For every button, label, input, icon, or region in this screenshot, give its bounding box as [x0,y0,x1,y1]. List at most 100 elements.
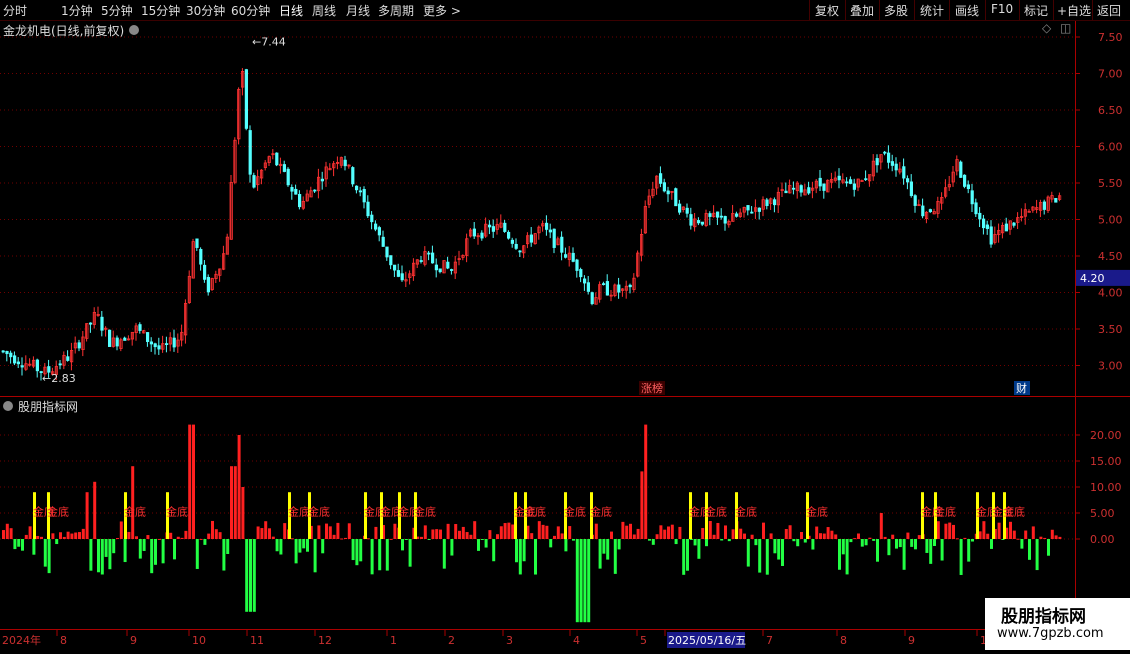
candle-body [773,199,777,206]
candle-body [145,332,150,342]
candle-body [902,166,906,179]
candle-body [153,343,157,348]
fuquan-button[interactable]: 复权 [815,2,839,19]
candle-body [966,184,971,190]
indicator-bar [959,539,963,575]
indicator-bar [450,539,454,556]
date-tick-label: 2 [448,634,455,647]
add-watchlist-button[interactable]: +自选 [1057,2,1091,19]
overlay-button[interactable]: 叠加 [850,2,874,19]
indicator-bar [613,539,617,574]
indicator-bar [583,539,587,623]
indicator-bar [233,466,237,539]
low-price-label: ←2.83 [42,372,76,385]
indicator-bar [176,536,180,539]
multi-stock-button[interactable]: 多股 [884,2,908,19]
cai-marker: 财 [1016,381,1027,395]
period-monthly[interactable]: 月线 [346,2,370,19]
indicator-pane[interactable]: 股朋指标网 金底 金底 金底 金底 金底 金底 金底 金底 金底 金底 金底 金底 金底 金底 金底 金底 金底… [0,397,1075,629]
indicator-bar [845,539,849,575]
kline-chart: ←7.44 ←2.83 涨榜 财 [0,35,1075,395]
mark-button[interactable]: 标记 [1024,2,1048,19]
indicator-bar [686,539,689,571]
indicator-bar [644,424,648,539]
indicator-bar [17,539,21,547]
indicator-bar [1009,521,1012,539]
period-15min[interactable]: 15分钟 [141,2,180,19]
kline-pane[interactable]: 金龙机电(日线,前复权) ◇ ◫ ←7.44 ←2.83 涨榜财 [0,21,1075,396]
candle-body [583,278,587,284]
indicator-bar [62,536,66,539]
period-fenshi[interactable]: 分时 [3,2,27,19]
candle-body [313,189,317,192]
candle-body [875,158,879,166]
indicator-bar [507,522,511,539]
candle-body [1012,222,1016,226]
statistics-button[interactable]: 统计 [920,2,944,19]
indicator-bar [841,539,845,555]
indicator-bar [36,535,40,539]
period-more[interactable]: 更多 > [423,2,461,19]
indicator-bar [682,539,686,575]
period-30min[interactable]: 30分钟 [186,2,225,19]
indicator-bar [800,531,803,539]
candle-body [275,152,279,166]
toolbar-separator [845,0,846,20]
indicator-bar [366,538,370,540]
f10-button[interactable]: F10 [991,2,1013,16]
indicator-bar [313,539,317,573]
date-tick-label: 2024年 [2,633,41,647]
candle-body [164,343,169,346]
draw-line-button[interactable]: 画线 [955,2,979,19]
candle-body [552,228,556,248]
indicator-bar [260,528,264,539]
candle-body [982,218,986,229]
candle-body [389,255,393,266]
candle-body [757,207,762,212]
toolbar-separator [1019,0,1020,20]
candle-body [149,341,153,345]
period-5min[interactable]: 5分钟 [101,2,133,19]
indicator-bar [834,534,838,539]
indicator-bar [93,481,97,539]
indicator-bar [648,539,651,541]
candle-body [446,261,450,269]
indicator-bar [211,520,214,539]
price-tick-label: 4.00 [1098,287,1123,300]
indicator-bar [731,529,735,539]
period-daily[interactable]: 日线 [279,2,303,19]
jindi-signal-label: 金底 [166,505,188,519]
price-tick-label: 3.50 [1098,323,1123,336]
indicator-bar [70,533,74,539]
ind-tick-label: 20.00 [1090,429,1122,442]
candle-body [373,223,378,230]
candle-body [716,211,720,218]
indicator-bar [131,466,135,539]
candle-body [434,264,439,271]
candle-body [438,268,442,273]
indicator-bar [465,532,469,539]
high-price-label: ←7.44 [252,35,286,48]
indicator-bar [161,539,165,564]
period-60min[interactable]: 60分钟 [231,2,270,19]
indicator-bar [283,523,287,539]
indicator-bar [860,539,864,547]
back-button[interactable]: 返回 [1097,2,1121,19]
period-1min[interactable]: 1分钟 [61,2,93,19]
indicator-bar [849,539,853,543]
indicator-bar [214,529,218,539]
indicator-bar [484,539,488,548]
period-multi[interactable]: 多周期 [378,2,414,19]
candle-body [784,190,788,194]
indicator-bar [374,526,378,539]
date-tick-label: 5 [640,634,647,647]
indicator-bar [480,539,484,540]
period-weekly[interactable]: 周线 [312,2,336,19]
indicator-bar [568,526,572,539]
indicator-bar [758,539,762,573]
indicator-bar [245,539,249,612]
price-tick-label: 7.00 [1098,68,1123,81]
indicator-bar [632,534,636,539]
ind-tick-label: 5.00 [1090,507,1115,520]
candle-body [362,189,366,203]
